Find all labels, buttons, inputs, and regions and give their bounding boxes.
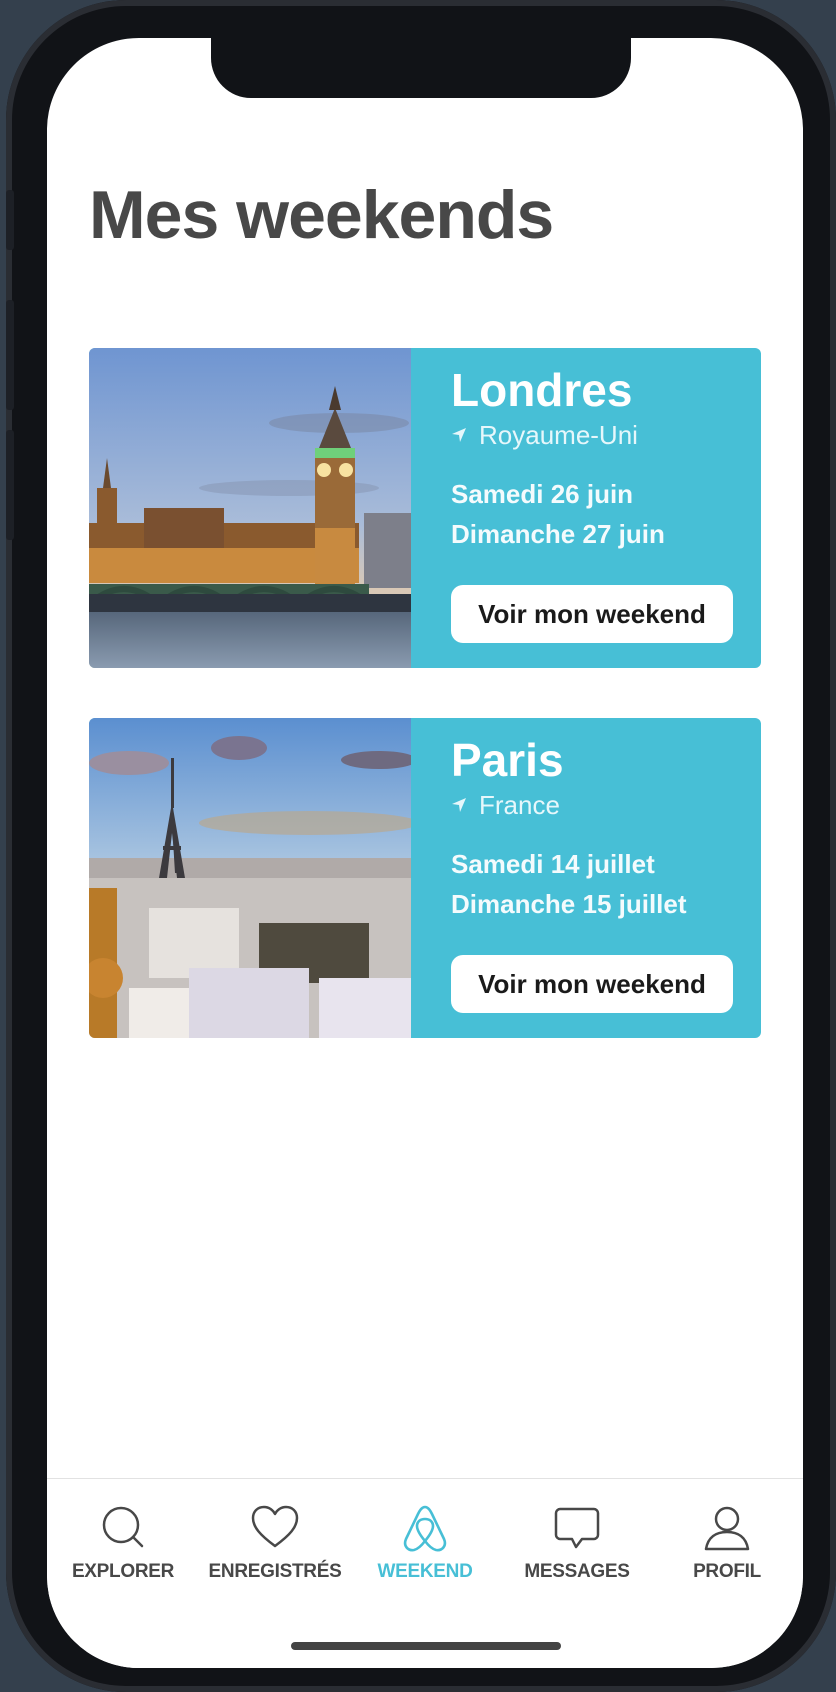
weekend-info: Londres Royaume-Uni Samedi 26 juin Diman…	[451, 362, 741, 554]
page-title: Mes weekends	[89, 177, 554, 253]
app-screen: Mes weekends Londres Royaume-Uni Samedi …	[47, 38, 803, 1668]
tab-label: EXPLORER	[71, 1561, 175, 1582]
city-name: Paris	[451, 734, 564, 786]
tab-label: ENREGISTRÉS	[208, 1561, 342, 1582]
city-name: Londres	[451, 364, 633, 416]
tab-profil[interactable]: PROFIL	[651, 1503, 803, 1603]
tab-explorer[interactable]: EXPLORER	[47, 1503, 199, 1603]
navigation-arrow-icon	[452, 798, 466, 812]
search-icon	[102, 1506, 144, 1548]
tab-label: MESSAGES	[524, 1561, 630, 1582]
phone-notch	[211, 38, 631, 98]
tab-label: PROFIL	[693, 1561, 761, 1582]
location-row: Royaume-Uni	[451, 418, 741, 452]
country-name: France	[479, 790, 560, 820]
london-big-ben-photo	[89, 348, 411, 668]
view-weekend-button[interactable]: Voir mon weekend	[451, 955, 733, 1013]
heart-icon	[251, 1505, 299, 1548]
tab-weekend[interactable]: WEEKEND	[349, 1503, 501, 1603]
date-start: Samedi 14 juillet	[451, 849, 655, 879]
date-end: Dimanche 27 juin	[451, 519, 665, 549]
chat-bubble-icon	[554, 1507, 600, 1549]
weekend-dates: Samedi 14 juillet Dimanche 15 juillet	[451, 844, 741, 924]
mute-switch	[6, 190, 14, 250]
tab-enregistres[interactable]: ENREGISTRÉS	[199, 1503, 351, 1603]
home-indicator	[291, 1642, 561, 1650]
date-start: Samedi 26 juin	[451, 479, 634, 509]
location-row: France	[451, 788, 741, 822]
view-weekend-button[interactable]: Voir mon weekend	[451, 585, 733, 643]
paris-eiffel-tower-photo	[89, 718, 411, 1038]
weekend-info: Paris France Samedi 14 juillet Dimanche …	[451, 732, 741, 924]
volume-down-button	[6, 430, 14, 540]
navigation-arrow-icon	[452, 428, 466, 442]
weekend-dates: Samedi 26 juin Dimanche 27 juin	[451, 474, 741, 554]
weekend-card-paris[interactable]: Paris France Samedi 14 juillet Dimanche …	[89, 718, 761, 1038]
tab-label: WEEKEND	[377, 1561, 473, 1582]
date-end: Dimanche 15 juillet	[451, 889, 687, 919]
weekend-card-londres[interactable]: Londres Royaume-Uni Samedi 26 juin Diman…	[89, 348, 761, 668]
bottom-tab-bar: EXPLORER ENREGISTRÉS WEEKEND MESSAGES PR…	[47, 1478, 803, 1668]
volume-up-button	[6, 300, 14, 410]
tab-messages[interactable]: MESSAGES	[501, 1503, 653, 1603]
airbnb-logo-icon	[403, 1505, 447, 1552]
user-icon	[704, 1506, 750, 1551]
country-name: Royaume-Uni	[479, 420, 638, 450]
